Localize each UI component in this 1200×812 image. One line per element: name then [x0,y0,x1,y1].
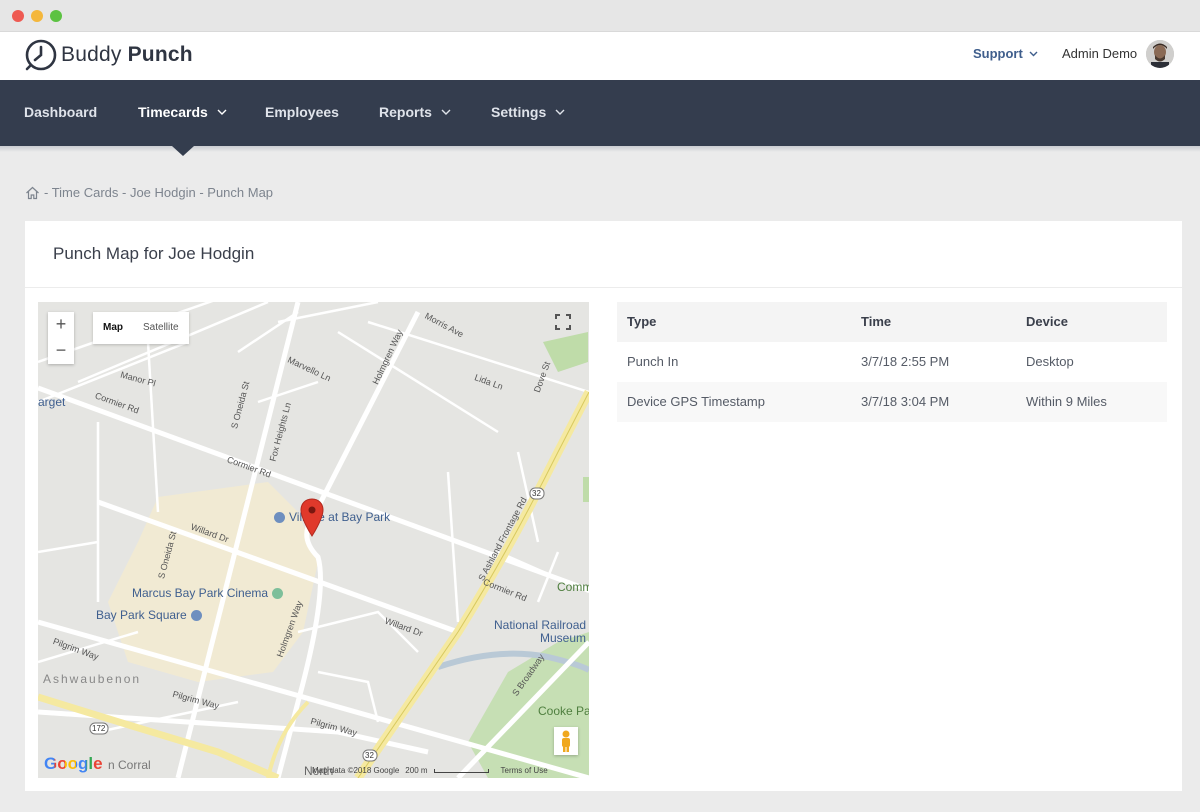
map-scale-bar [433,768,489,773]
zoom-control: + − [48,312,74,364]
route-label: 32 [365,751,374,760]
home-icon[interactable] [25,186,40,200]
poi-label: National Railroad [494,618,587,632]
punch-table: Type Time Device Punch In 3/7/18 2:55 PM… [617,302,1167,422]
support-label: Support [973,46,1023,61]
poi-pin-icon [274,511,285,523]
pegman-icon [562,730,570,752]
row-device: Desktop [1026,354,1074,369]
card-divider [25,287,1182,288]
nav-settings-label: Settings [491,104,547,120]
map-type-map-button[interactable]: Map [93,312,133,344]
breadcrumb: - Time Cards - Joe Hodgin - Punch Map [25,185,273,200]
table-row: Punch In 3/7/18 2:55 PM Desktop [617,342,1167,382]
poi-bay-park-square[interactable]: Bay Park Square [96,608,206,622]
column-header-type: Type [627,314,657,329]
column-header-time: Time [861,314,892,329]
fullscreen-icon[interactable] [551,310,575,334]
poi-pin-icon [272,587,284,599]
nav-dashboard-label: Dashboard [24,104,98,120]
table-header: Type Time Device [617,302,1167,342]
nav-timecards-label: Timecards [138,104,208,120]
route-label: 172 [92,724,106,733]
map-type-satellite-button[interactable]: Satellite [133,312,189,344]
clock-logo-icon [25,39,57,71]
poi-pin-icon [190,609,202,621]
page-title: Punch Map for Joe Hodgin [53,244,255,263]
map-label: Cooke Pa [538,704,589,718]
nav-employees-label: Employees [265,104,339,120]
window-titlebar [0,0,1200,32]
map-label: arget [38,395,66,409]
logo-word-punch: Punch [127,43,193,66]
nav-reports[interactable]: Reports [379,104,451,120]
map-type-control: Map Satellite [93,312,189,344]
logo-text: Buddy Punch [61,43,193,67]
map-label: n Corral [108,758,151,772]
logo-word-buddy: Buddy [61,43,122,66]
nav-reports-label: Reports [379,104,432,120]
poi-label: Museum [540,631,587,645]
row-type: Device GPS Timestamp [627,394,765,409]
row-time: 3/7/18 2:55 PM [861,354,950,369]
logo[interactable]: Buddy Punch [24,38,193,72]
map-scale-label: 200 m [405,766,428,775]
nav-employees[interactable]: Employees [265,104,339,120]
poi-cinema[interactable]: Marcus Bay Park Cinema [132,586,287,600]
poi-label: Bay Park Square [96,608,187,622]
column-header-device: Device [1026,314,1068,329]
active-nav-pointer [172,146,194,156]
poi-label: Marcus Bay Park Cinema [132,586,269,600]
support-menu[interactable]: Support [973,46,1038,61]
map-attribution: Map data ©2018 Google 200 m Terms of Use [312,766,554,775]
row-type: Punch In [627,354,679,369]
map-label-area: Ashwaubenon [43,672,142,686]
avatar[interactable] [1146,40,1174,68]
poi-railroad-museum-line2: Museum [540,631,586,645]
chevron-down-icon [555,109,565,115]
map-data-credit: Map data ©2018 Google [312,766,400,775]
chevron-down-icon [217,109,227,115]
map-label: Comm [557,580,589,594]
minimize-window-button[interactable] [31,10,43,22]
nav-settings[interactable]: Settings [491,104,565,120]
punch-map[interactable]: Morris Ave Holmgren Way Marvello Ln Lida… [38,302,589,778]
breadcrumb-trail[interactable]: - Time Cards - Joe Hodgin - Punch Map [44,185,273,200]
user-name[interactable]: Admin Demo [1062,46,1137,61]
street-view-pegman[interactable] [554,727,578,755]
row-device: Within 9 Miles [1026,394,1107,409]
user-photo-icon [1146,40,1174,68]
row-time: 3/7/18 3:04 PM [861,394,950,409]
chevron-down-icon [441,109,451,115]
maximize-window-button[interactable] [50,10,62,22]
table-row: Device GPS Timestamp 3/7/18 3:04 PM With… [617,382,1167,422]
zoom-in-button[interactable]: + [48,312,74,338]
close-window-button[interactable] [12,10,24,22]
app-header: Buddy Punch Support Admin Demo [0,32,1200,80]
google-logo[interactable]: Google [44,754,103,774]
route-label: 32 [532,489,541,498]
nav-timecards[interactable]: Timecards [138,104,227,120]
chevron-down-icon [1029,51,1038,56]
main-navbar: Dashboard Timecards Employees Reports Se… [0,80,1200,146]
nav-dashboard[interactable]: Dashboard [24,104,97,120]
poi-railroad-museum[interactable]: National Railroad [494,618,586,632]
punch-location-marker-icon[interactable] [300,498,324,538]
map-terms-link[interactable]: Terms of Use [501,766,548,775]
poi-village-at-bay-park[interactable]: Village at Bay Park [274,510,390,524]
punch-map-card: Punch Map for Joe Hodgin Morris Ave Holm… [25,221,1182,791]
google-logo-text: Google [44,754,103,773]
zoom-out-button[interactable]: − [48,338,74,364]
